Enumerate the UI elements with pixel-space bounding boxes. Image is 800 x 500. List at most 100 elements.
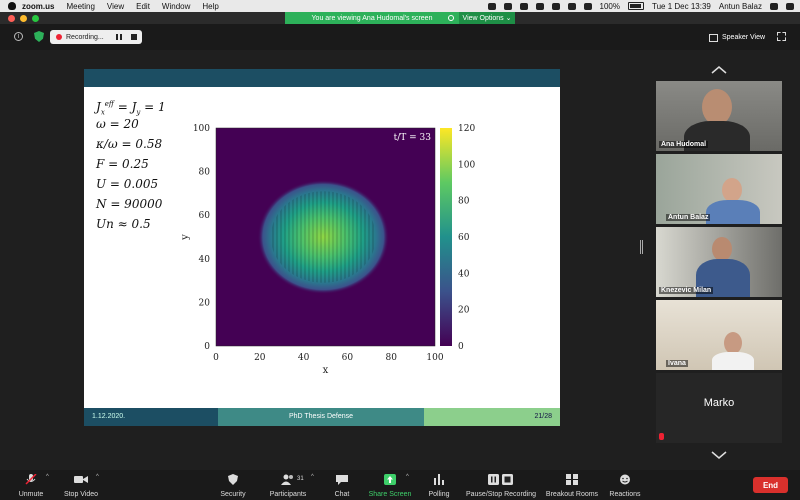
slide-footer: 1.12.2020. PhD Thesis Defense 21/28 [84,408,560,426]
user-name[interactable]: Antun Balaz [719,2,762,11]
muted-mic-icon [659,433,664,440]
colorbar [440,128,452,346]
stop-recording-icon[interactable] [131,34,137,40]
fullscreen-icon[interactable] [777,32,786,41]
menu-view[interactable]: View [107,2,124,11]
banner-status-icon [448,15,454,21]
viewing-banner-text: You are viewing Ana Hudomal's screen [311,14,433,22]
close-window-button[interactable] [8,15,15,22]
speaker-view-label: Speaker View [722,34,766,41]
participant-face [724,332,742,354]
gallery-up-chevron-icon[interactable] [711,66,727,74]
record-dot-icon [56,34,62,40]
control-center-icon[interactable] [786,2,794,10]
breakout-rooms-icon [566,474,578,485]
clock[interactable]: Tue 1 Dec 13:39 [652,2,711,11]
breakout-rooms-button[interactable]: Breakout Rooms [544,472,600,498]
y-tick-label: 40 [199,255,211,265]
colorbar-tick-label: 0 [458,342,464,352]
meeting-topbar: i Recording... Speaker View [0,24,800,50]
minimize-window-button[interactable] [20,15,27,22]
end-label: End [762,480,779,490]
colorbar-tick-label: 80 [458,197,470,207]
breakout-rooms-label: Breakout Rooms [545,491,599,498]
end-meeting-button[interactable]: End [753,477,788,493]
colorbar-tick-label: 40 [458,269,470,279]
zoom-status-icon[interactable] [487,2,496,10]
menu-help[interactable]: Help [202,2,218,11]
participant-tile-milan[interactable]: Knezevic Milan [656,227,782,297]
reactions-smiley-icon [620,474,630,485]
participant-tile-marko[interactable]: Marko [656,373,782,443]
y-tick-label: 100 [193,124,210,134]
participant-name: Marko [703,397,735,409]
menu-edit[interactable]: Edit [136,2,150,11]
participant-name: Ivana [666,360,688,367]
volume-icon[interactable] [583,2,592,10]
speaker-view-button[interactable]: Speaker View [709,31,775,44]
battery-icon[interactable] [628,2,644,10]
participant-face [702,89,732,125]
skype-icon[interactable] [503,2,512,10]
polling-label: Polling [428,491,450,498]
encryption-shield-icon[interactable] [34,31,44,42]
apple-icon[interactable] [8,2,16,10]
menu-meeting[interactable]: Meeting [66,2,94,11]
participant-tile-ivana[interactable]: Ivana [656,300,782,370]
x-tick-label: 100 [426,353,443,363]
participant-tile-antun[interactable]: Antun Balaz [656,154,782,224]
viewing-banner: You are viewing Ana Hudomal's screen [285,12,459,24]
muted-mic-icon [25,473,37,485]
pause-stop-recording-label: Pause/Stop Recording [465,491,537,498]
video-camera-icon [74,476,88,483]
macos-menubar: zoom.us Meeting View Edit Window Help 10… [0,0,800,12]
gallery-down-chevron-icon[interactable] [711,451,727,459]
colorbar-tick-label: 100 [458,160,475,170]
stop-video-label: Stop Video [63,491,99,498]
menu-app[interactable]: zoom.us [22,2,54,11]
time-machine-icon[interactable] [535,2,544,10]
y-tick-label: 0 [204,342,210,352]
audio-options-chevron-icon[interactable]: ^ [46,474,49,480]
recording-indicator: Recording... [50,30,142,44]
unmute-button[interactable]: Unmute [14,472,48,498]
participants-icon [281,474,293,485]
participant-body [712,352,754,370]
participant-name: Antun Balaz [666,214,711,221]
colorbar-tick-label: 120 [458,124,475,134]
bluetooth-icon[interactable] [551,2,560,10]
info-icon[interactable]: i [14,32,23,41]
unmute-label: Unmute [18,491,44,498]
view-options-button[interactable]: View Options ⌄ [459,12,515,24]
pause-recording-icon[interactable] [116,34,122,40]
participant-face [712,237,732,261]
wifi-icon[interactable] [567,2,576,10]
participant-name: Ana Hudomal [659,141,709,148]
panel-resize-handle[interactable] [640,240,643,254]
video-options-chevron-icon[interactable]: ^ [96,474,99,480]
share-options-chevron-icon[interactable]: ^ [406,474,409,480]
security-button[interactable]: Security [218,472,248,498]
density-heatmap: t/T = 33 0 20 40 60 80 100 0 20 40 60 80 100 x y 0 20 40 6… [180,124,475,376]
participant-count: 31 [297,476,304,482]
participant-name: Knezevic Milan [659,287,714,294]
x-tick-label: 20 [254,353,266,363]
share-screen-label: Share Screen [368,491,412,498]
participants-options-chevron-icon[interactable]: ^ [311,474,314,480]
battery-percent: 100% [599,1,620,11]
colorbar-tick-label: 20 [458,306,470,316]
spotlight-icon[interactable] [770,2,778,10]
footer-title: PhD Thesis Defense [218,408,424,426]
sync-icon[interactable] [519,2,528,10]
participant-tile-ana[interactable]: Ana Hudomal [656,81,782,151]
pause-stop-recording-button[interactable]: Pause/Stop Recording [465,472,537,498]
x-tick-label: 60 [342,353,354,363]
menu-window[interactable]: Window [162,2,190,11]
polling-button[interactable]: Polling [426,472,452,498]
footer-page: 21/28 [424,408,560,426]
reactions-button[interactable]: Reactions [607,472,643,498]
zoom-window-button[interactable] [32,15,39,22]
chat-button[interactable]: Chat [330,472,354,498]
security-label: Security [220,491,246,498]
polling-bars-icon [434,474,444,485]
